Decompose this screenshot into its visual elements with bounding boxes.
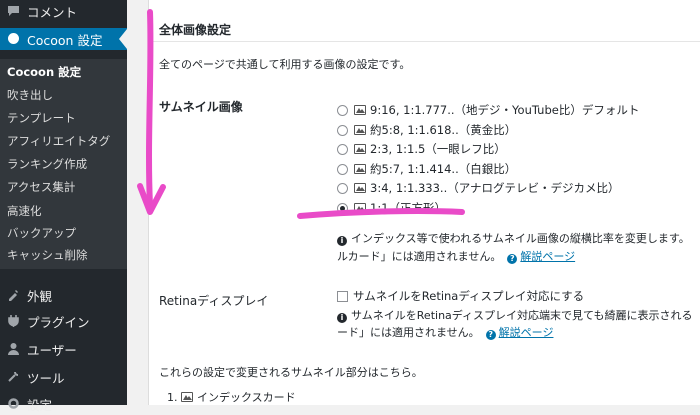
settings-panel: 全体画像設定 全てのページで共通して利用する画像の設定です。 サムネイル画像 9…	[148, 0, 700, 405]
retina-label: Retinaディスプレイ	[159, 294, 269, 308]
thumbnail-option-1-1[interactable]: 1:1（正方形）	[337, 199, 446, 217]
retina-info: i サムネイルをRetinaディスプレイ対応端末で見ても綺麗に表示される	[337, 307, 692, 323]
submenu-item-cocoon-settings[interactable]: Cocoon 設定	[7, 64, 81, 80]
cocoon-icon	[6, 32, 20, 46]
submenu-item-backup[interactable]: バックアップ	[7, 225, 76, 241]
help-link-label: 解説ページ	[498, 326, 554, 339]
sidebar-item-label: 外観	[27, 288, 53, 304]
sidebar-item-appearance[interactable]: 外観	[0, 284, 127, 306]
tools-icon	[6, 370, 20, 384]
appearance-icon	[6, 288, 20, 302]
submenu-item-cache-clear[interactable]: キャッシュ削除	[7, 247, 88, 263]
option-label: 9:16, 1:1.777..（地デジ・YouTube比）デフォルト	[370, 103, 640, 117]
panel-header: 全体画像設定	[149, 0, 700, 42]
image-icon	[354, 105, 366, 115]
submenu-item-affiliate-tag[interactable]: アフィリエイトタグ	[7, 133, 110, 149]
option-label: 約5:7, 1:1.414..（白銀比）	[370, 162, 517, 176]
info-text: サムネイルをRetinaディスプレイ対応端末で見ても綺麗に表示される	[351, 309, 693, 322]
comment-icon	[6, 4, 20, 18]
sidebar-item-label: Cocoon 設定	[27, 32, 103, 48]
cocoon-submenu: Cocoon 設定 吹き出し テンプレート アフィリエイトタグ ランキング作成 …	[0, 59, 127, 269]
submenu-item-balloon[interactable]: 吹き出し	[7, 87, 53, 103]
radio-button[interactable]	[337, 104, 348, 116]
sidebar-item-cocoon-settings[interactable]: Cocoon 設定	[0, 28, 127, 50]
settings-icon	[6, 397, 20, 411]
sidebar-item-label: 設定	[27, 397, 53, 413]
list-number: 1.	[167, 391, 178, 404]
radio-button[interactable]	[337, 163, 348, 175]
image-icon	[354, 183, 366, 193]
retina-checkbox[interactable]	[337, 291, 348, 302]
info-icon: i	[337, 313, 347, 323]
sidebar-item-label: ツール	[27, 370, 65, 386]
sidebar-item-label: ユーザー	[27, 342, 77, 358]
image-icon	[354, 164, 366, 174]
radio-button[interactable]	[337, 124, 348, 136]
thumbnail-label: サムネイル画像	[159, 100, 243, 114]
help-link[interactable]: ? 解説ページ	[507, 250, 576, 264]
thumbnail-info: i インデックス等で使われるサムネイル画像の縦横比率を変更します。	[337, 230, 690, 246]
sidebar-item-users[interactable]: ユーザー	[0, 338, 127, 360]
help-icon: ?	[507, 254, 518, 264]
image-icon	[354, 144, 366, 154]
radio-button-checked[interactable]	[337, 202, 348, 214]
sidebar-item-plugins[interactable]: プラグイン	[0, 310, 127, 332]
info-text: ード」には適用されません。	[337, 326, 480, 339]
radio-button[interactable]	[337, 182, 348, 194]
radio-button[interactable]	[337, 143, 348, 155]
thumbnail-option-3-4[interactable]: 3:4, 1:1.333..（アナログテレビ・デジカメ比）	[337, 179, 620, 197]
admin-sidebar: コメント Cocoon 設定 Cocoon 設定 吹き出し テンプレート アフィ…	[0, 0, 127, 413]
retina-checkbox-row[interactable]: サムネイルをRetinaディスプレイ対応にする	[337, 288, 584, 304]
submenu-item-template[interactable]: テンプレート	[7, 110, 76, 126]
help-link[interactable]: ? 解説ページ	[485, 326, 554, 340]
list-item-label: インデックスカード	[197, 391, 296, 404]
help-icon: ?	[485, 330, 496, 340]
section-title: 全体画像設定	[159, 23, 232, 37]
submenu-item-speedup[interactable]: 高速化	[7, 203, 42, 219]
option-label: 1:1（正方形）	[370, 201, 447, 215]
sidebar-item-label: コメント	[27, 4, 78, 20]
option-label: 約5:8, 1:1.618..（黄金比）	[370, 123, 517, 137]
thumbnail-option-5-7[interactable]: 約5:7, 1:1.414..（白銀比）	[337, 160, 516, 178]
image-icon	[354, 125, 366, 135]
sidebar-item-comments[interactable]: コメント	[0, 0, 127, 22]
thumbnail-option-5-8[interactable]: 約5:8, 1:1.618..（黄金比）	[337, 121, 516, 139]
option-label: 2:3, 1:1.5（一眼レフ比）	[370, 142, 506, 156]
info-icon: i	[337, 236, 347, 246]
sidebar-item-tools[interactable]: ツール	[0, 366, 127, 388]
thumbnail-note: これらの設定で変更されるサムネイル部分はこちら。	[159, 366, 423, 379]
help-link-label: 解説ページ	[520, 250, 576, 263]
info-text: インデックス等で使われるサムネイル画像の縦横比率を変更します。	[351, 232, 690, 245]
user-icon	[6, 342, 20, 356]
retina-info-cont: ード」には適用されません。? 解説ページ	[337, 324, 553, 340]
checkbox-label: サムネイルをRetinaディスプレイ対応にする	[353, 289, 585, 303]
option-label: 3:4, 1:1.333..（アナログテレビ・デジカメ比）	[370, 181, 620, 195]
section-description: 全てのページで共通して利用する画像の設定です。	[159, 58, 411, 71]
plugin-icon	[6, 314, 20, 328]
thumbnail-option-2-3[interactable]: 2:3, 1:1.5（一眼レフ比）	[337, 140, 506, 158]
submenu-item-access-stats[interactable]: アクセス集計	[7, 179, 75, 195]
list-item: 1. インデックスカード	[167, 389, 296, 405]
active-menu-arrow	[119, 29, 127, 49]
image-icon	[354, 203, 366, 213]
submenu-item-ranking[interactable]: ランキング作成	[7, 156, 87, 172]
sidebar-item-settings[interactable]: 設定	[0, 393, 127, 415]
sidebar-item-label: プラグイン	[27, 314, 90, 330]
thumbnail-option-9-16[interactable]: 9:16, 1:1.777..（地デジ・YouTube比）デフォルト	[337, 101, 639, 119]
image-icon	[181, 392, 193, 402]
info-text: ルカード」には適用されません。	[337, 250, 502, 263]
thumbnail-info-cont: ルカード」には適用されません。? 解説ページ	[337, 248, 575, 264]
